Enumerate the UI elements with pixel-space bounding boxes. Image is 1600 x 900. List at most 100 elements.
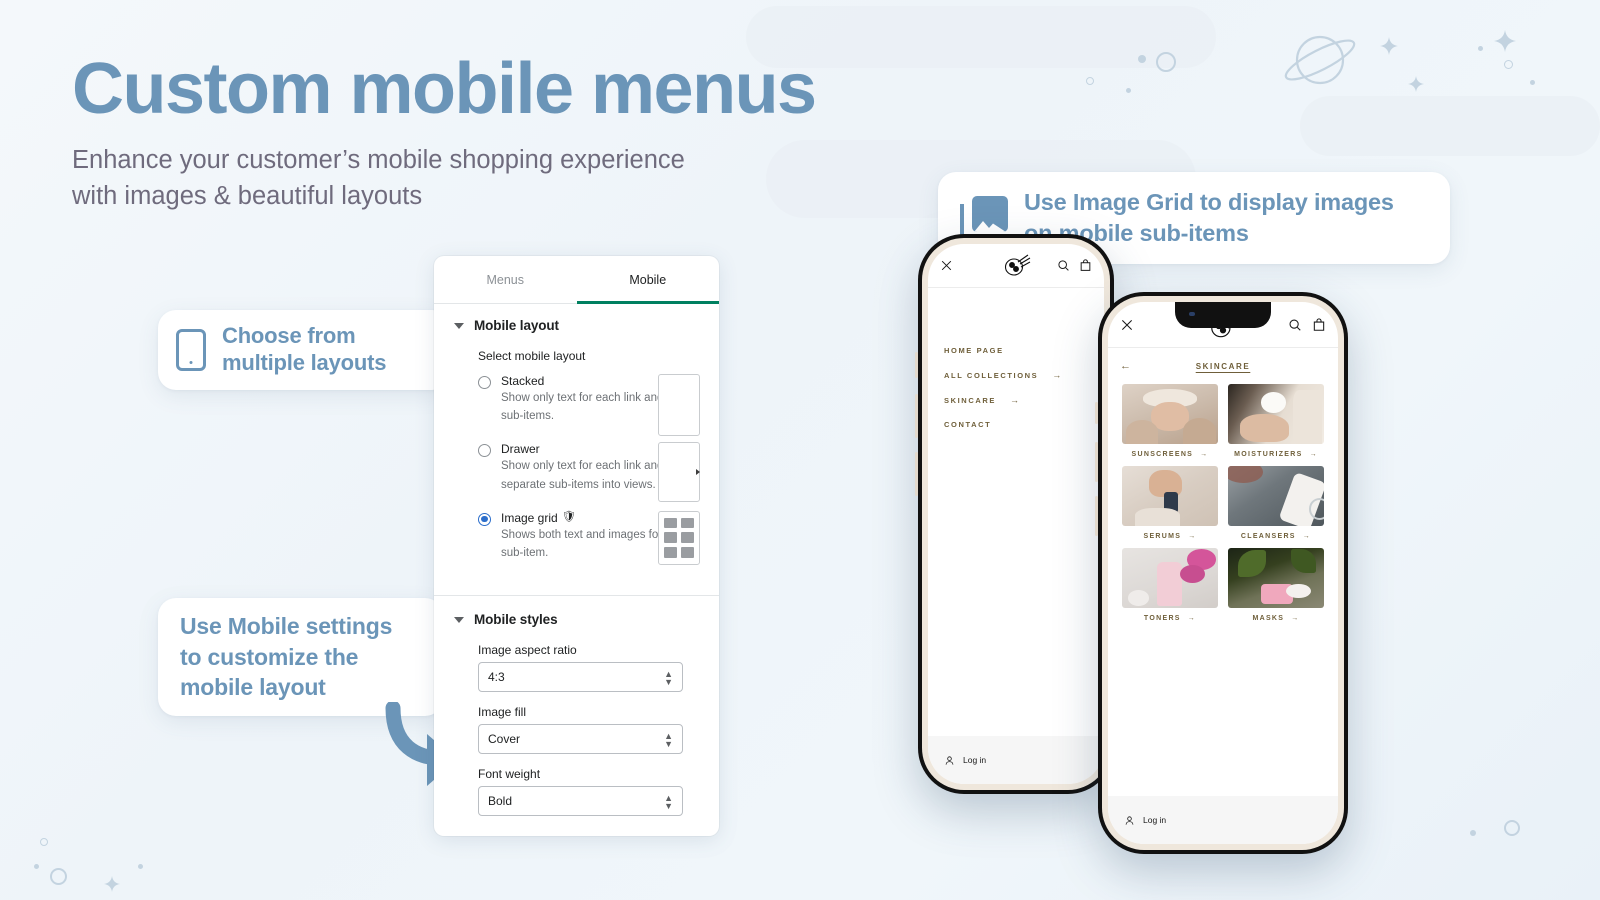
person-icon — [1125, 815, 1134, 825]
grid-item-label: SERUMS — [1143, 533, 1182, 540]
menu-item-label: SKINCARE — [944, 395, 996, 405]
login-label: Log in — [963, 755, 987, 765]
phone-side-button — [915, 394, 918, 438]
deco-ring — [40, 838, 48, 846]
close-icon[interactable] — [1120, 318, 1134, 332]
menu-item[interactable]: ALL COLLECTIONS → — [944, 370, 1104, 380]
image-grid-thumb[interactable] — [658, 510, 700, 565]
arrow-right-icon: → — [1187, 615, 1197, 622]
stacked-lines-thumb[interactable] — [658, 374, 700, 436]
grid-header: ← SKINCARE — [1108, 348, 1338, 372]
deco-planet-icon — [1284, 35, 1356, 85]
deco-dot — [1138, 55, 1146, 63]
radio-option-image-grid[interactable]: Image grid 🛡 Shows both text and images … — [434, 510, 719, 565]
arrow-left-icon[interactable]: ← — [1120, 360, 1131, 372]
shopping-bag-icon[interactable] — [1312, 317, 1326, 332]
arrow-right-icon: → — [1291, 615, 1300, 622]
login-label: Log in — [1143, 815, 1167, 825]
grid-item-label-row: CLEANSERS → — [1228, 533, 1324, 540]
grid-item-label: CLEANSERS — [1240, 533, 1296, 540]
shopping-bag-icon[interactable] — [1079, 259, 1092, 272]
panel-tabs: Menus Mobile — [434, 256, 719, 304]
grid-item-label-row: SUNSCREENS → — [1122, 451, 1218, 458]
section-header[interactable]: Mobile layout — [434, 318, 719, 333]
font-weight-select[interactable]: RegularMediumBold — [478, 786, 683, 817]
deco-dot — [138, 864, 143, 869]
grid-item[interactable]: MOISTURIZERS → — [1228, 384, 1324, 458]
radio-description: Show only text for each link and separat… — [501, 460, 664, 491]
mobile-menu-list: HOME PAGE ALL COLLECTIONS → SKINCARE → CON… — [928, 288, 1104, 429]
image-aspect-ratio-label: Image aspect ratio — [478, 643, 577, 658]
deco-sparkle-icon — [1380, 37, 1398, 55]
radio-button[interactable] — [478, 376, 491, 389]
phone-side-button — [915, 352, 918, 378]
grid-cell — [681, 517, 694, 529]
callout-mobile-settings: Use Mobile settings to customize the mobil… — [158, 598, 443, 716]
grid-item-label: MOISTURIZERS — [1234, 451, 1303, 458]
drawer-lines-thumb[interactable] — [658, 442, 700, 503]
close-icon[interactable] — [940, 259, 953, 272]
radio-label-text: Image grid — [501, 510, 558, 525]
radio-button[interactable] — [478, 512, 491, 526]
serums-image — [1122, 466, 1218, 526]
shield-badge-icon: 🛡 — [561, 511, 576, 524]
radio-option-stacked[interactable]: Stacked Show only text for each link and… — [434, 374, 719, 436]
deco-dot — [1126, 88, 1131, 93]
tab-menus[interactable]: Menus — [434, 256, 577, 303]
search-icon[interactable] — [1057, 259, 1070, 272]
menu-item-label: ALL COLLECTIONS — [944, 370, 1039, 380]
deco-sparkle-icon — [104, 876, 120, 892]
moisturizers-image — [1228, 384, 1324, 444]
section-mobile-layout: Mobile layout Select mobile layout Stack… — [434, 304, 719, 565]
phone-screen: HOME PAGE ALL COLLECTIONS → SKINCARE → CON… — [928, 244, 1104, 784]
grid-title: SKINCARE — [1195, 361, 1251, 371]
font-weight-label: Font weight — [478, 767, 541, 782]
arrow-right-icon: → — [1052, 370, 1063, 380]
menu-item[interactable]: SKINCARE → — [944, 395, 1104, 405]
phone-side-button — [1095, 442, 1098, 482]
grid-item[interactable]: SUNSCREENS → — [1122, 384, 1218, 458]
phone-side-button — [1095, 402, 1098, 424]
login-bar[interactable]: Log in — [1108, 796, 1338, 844]
tab-mobile[interactable]: Mobile — [576, 256, 720, 304]
radio-option-drawer[interactable]: Drawer Show only text for each link and … — [434, 442, 719, 503]
phone-screen: ← SKINCARE SUNSCREENS → MOISTURIZERS → S… — [1108, 302, 1338, 844]
radio-button[interactable] — [478, 444, 491, 458]
menu-item-label: CONTACT — [944, 420, 992, 429]
grid-item[interactable]: SERUMS → — [1122, 466, 1218, 540]
image-grid: SUNSCREENS → MOISTURIZERS → SERUMS → CLE… — [1108, 372, 1338, 622]
deco-dot — [1470, 830, 1476, 836]
image-aspect-ratio-select[interactable]: 1:14:33:416:9 — [478, 662, 683, 693]
grid-item-label-row: MOISTURIZERS → — [1228, 451, 1324, 458]
grid-cell — [664, 517, 677, 529]
grid-item[interactable]: MASKS → — [1228, 548, 1324, 622]
menu-item-label: HOME PAGE — [944, 346, 1004, 355]
grid-item[interactable]: TONERS → — [1122, 548, 1218, 622]
deco-ring — [1156, 52, 1176, 72]
arrow-right-icon: → — [1200, 451, 1209, 458]
image-fill-select[interactable]: CoverContain — [478, 724, 683, 755]
grid-item-label: MASKS — [1252, 615, 1285, 622]
chevron-down-icon[interactable] — [454, 322, 464, 329]
menu-item[interactable]: CONTACT — [944, 420, 1104, 429]
arrow-right-icon: → — [1309, 451, 1318, 458]
deco-ring — [1086, 77, 1094, 85]
callout-text: Use Mobile settings to customize the mobil… — [180, 613, 393, 701]
chevron-down-icon[interactable] — [454, 616, 464, 623]
phone-side-button — [915, 452, 918, 496]
search-icon[interactable] — [1288, 318, 1302, 332]
login-bar[interactable]: Log in — [928, 736, 1104, 784]
menu-item[interactable]: HOME PAGE — [944, 346, 1104, 355]
grid-item-label-row: TONERS → — [1122, 615, 1218, 622]
section-header[interactable]: Mobile styles — [434, 612, 719, 627]
callout-choose-layouts: Choose from multiple layouts — [158, 310, 450, 390]
phone-mockup-back: HOME PAGE ALL COLLECTIONS → SKINCARE → CON… — [915, 234, 1114, 794]
grid-cell — [664, 532, 677, 544]
grid-cell — [681, 532, 694, 544]
deco-dot — [1478, 46, 1483, 51]
image-fill-label: Image fill — [478, 705, 527, 720]
phone-notch — [1175, 302, 1271, 328]
grid-item-label: SUNSCREENS — [1131, 451, 1194, 458]
grid-item[interactable]: CLEANSERS → — [1228, 466, 1324, 540]
mobile-phone-icon — [176, 329, 206, 371]
